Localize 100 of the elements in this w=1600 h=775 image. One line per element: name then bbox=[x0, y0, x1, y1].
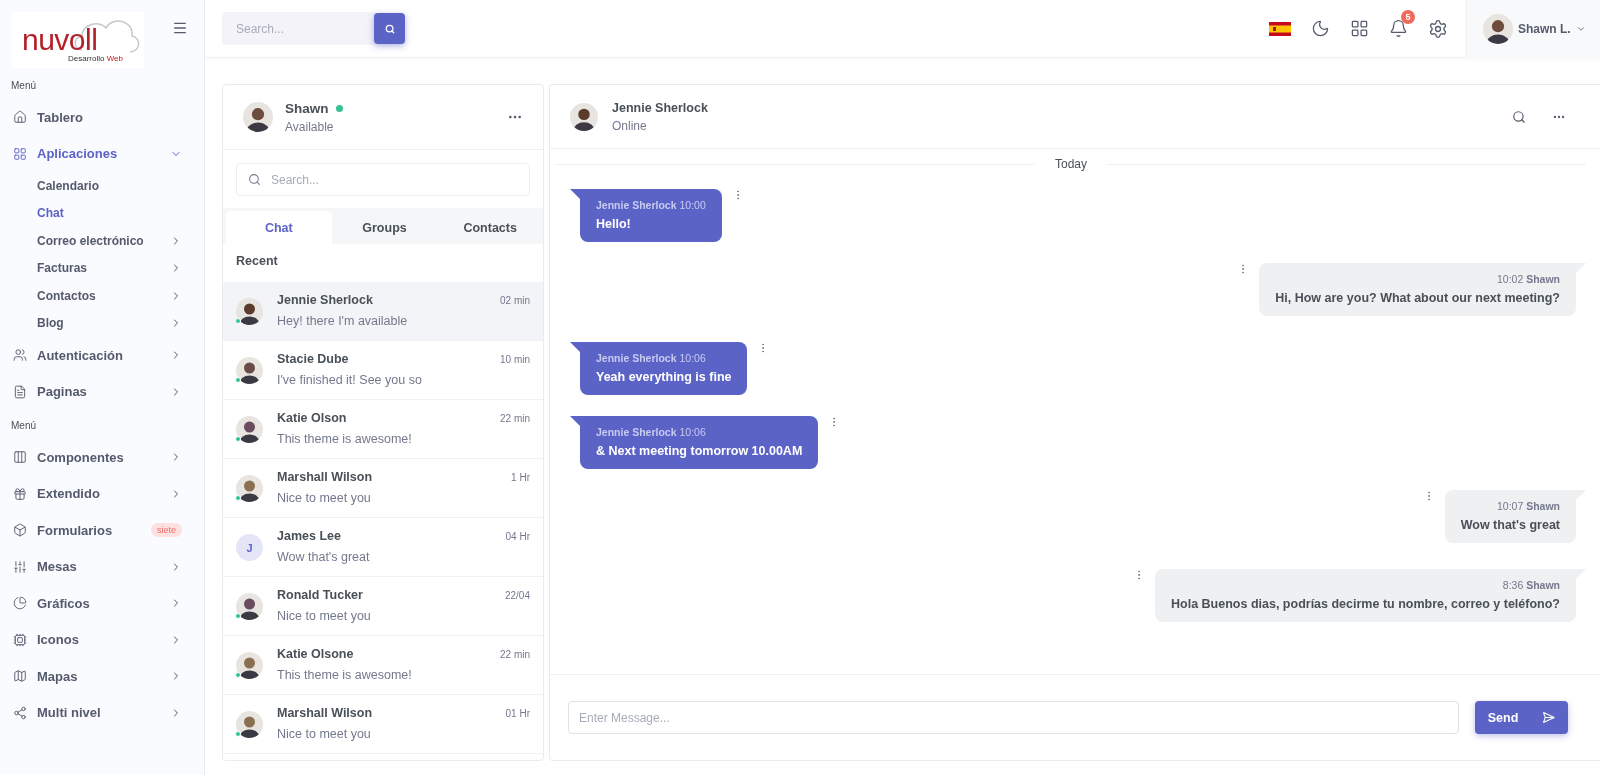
search-icon bbox=[248, 173, 261, 186]
message-time: 22 min bbox=[500, 413, 530, 424]
sidebar-item[interactable]: Mapas bbox=[0, 658, 204, 695]
notification-badge: 5 bbox=[1401, 10, 1415, 24]
contact-avatar bbox=[570, 102, 598, 131]
submenu-item[interactable]: Facturas bbox=[0, 254, 204, 282]
sidebar-item[interactable]: Iconos bbox=[0, 621, 204, 658]
search-field[interactable]: Search... bbox=[236, 163, 530, 196]
date-divider: Today bbox=[1055, 157, 1087, 171]
message-text: Hi, How are you? What about our next meeting? bbox=[1275, 291, 1560, 305]
profile-avatar bbox=[243, 102, 273, 132]
sidebar-item[interactable]: Multi nivel bbox=[0, 694, 204, 731]
menu-icon[interactable] bbox=[172, 20, 188, 36]
pie-chart-icon bbox=[13, 596, 27, 611]
chip-icon bbox=[13, 632, 27, 647]
section-heading: Recent bbox=[235, 253, 279, 270]
send-button[interactable]: Send bbox=[1475, 701, 1568, 734]
cube-icon bbox=[13, 523, 27, 538]
conversation-item[interactable]: Jennie Sherlock Hey! there I'm available 02 min bbox=[223, 282, 543, 341]
gift-icon bbox=[13, 486, 27, 501]
submenu-item[interactable]: Calendario bbox=[0, 172, 204, 200]
submenu-item[interactable]: Chat bbox=[0, 199, 204, 227]
sliders-icon bbox=[13, 559, 27, 574]
message-meta: Jennie Sherlock 10:00 bbox=[596, 199, 706, 211]
sidebar-item[interactable]: Paginas bbox=[0, 373, 204, 410]
sidebar-item[interactable]: Formularios siete bbox=[0, 512, 204, 549]
message-preview: Nice to meet you bbox=[277, 727, 372, 741]
message-text: Yeah everything is fine bbox=[596, 370, 732, 384]
avatar bbox=[236, 416, 263, 443]
message-preview: Hey! there I'm available bbox=[277, 314, 409, 328]
submenu-item[interactable]: Contactos bbox=[0, 282, 204, 310]
avatar-initial: J bbox=[236, 534, 263, 561]
message-meta: 10:07 Shawn bbox=[1496, 500, 1560, 512]
user-avatar bbox=[1483, 13, 1513, 44]
section-title: Menú bbox=[10, 79, 37, 93]
message-time: 10 min bbox=[500, 354, 530, 365]
share-icon bbox=[13, 705, 27, 720]
avatar bbox=[236, 475, 263, 502]
message-time: 1 Hr bbox=[511, 472, 530, 483]
logo: nuvoll Desarrollo Web bbox=[12, 12, 144, 68]
send-icon bbox=[1542, 711, 1556, 724]
tab[interactable]: Groups bbox=[331, 211, 438, 244]
message-preview: Nice to meet you bbox=[277, 609, 372, 623]
avatar bbox=[236, 652, 263, 679]
contact-name: James Lee bbox=[277, 529, 342, 543]
submenu-item[interactable]: Blog bbox=[0, 309, 204, 337]
profile-name: Shawn bbox=[285, 100, 329, 116]
columns-icon bbox=[13, 450, 27, 465]
bell-icon[interactable] bbox=[1389, 19, 1408, 38]
grid-icon[interactable] bbox=[1350, 19, 1369, 38]
avatar bbox=[236, 711, 263, 738]
contact-name: Jennie Sherlock bbox=[277, 293, 374, 307]
contact-name: Marshall Wilson bbox=[277, 470, 374, 484]
users-icon bbox=[13, 348, 27, 363]
sidebar-item[interactable]: Tablero bbox=[0, 99, 204, 136]
sidebar-item[interactable]: Autenticación bbox=[0, 337, 204, 374]
tab[interactable]: Contacts bbox=[437, 211, 543, 244]
search-field[interactable]: Search... bbox=[222, 12, 376, 45]
sidebar-item[interactable]: Aplicaciones bbox=[0, 135, 204, 172]
map-icon bbox=[13, 669, 27, 684]
contact-name: Stacie Dube bbox=[277, 352, 350, 366]
avatar bbox=[236, 298, 263, 325]
home-icon bbox=[13, 110, 27, 125]
sidebar-item[interactable]: Componentes bbox=[0, 439, 204, 476]
user-menu[interactable]: Shawn L. bbox=[1466, 0, 1600, 58]
settings-icon[interactable] bbox=[1428, 18, 1448, 39]
contact-name: Katie Olsone bbox=[277, 647, 355, 661]
contact-name: Marshall Wilson bbox=[277, 706, 374, 720]
section-title: Menú bbox=[10, 419, 37, 433]
submenu-item[interactable]: Correo electrónico bbox=[0, 227, 204, 255]
message-time: 22/04 bbox=[504, 590, 530, 601]
badge: siete bbox=[151, 523, 182, 538]
contact-name: Ronald Tucker bbox=[277, 588, 364, 602]
sidebar-item[interactable]: Extendido bbox=[0, 475, 204, 512]
message-preview: Wow that's great bbox=[277, 550, 371, 564]
avatar bbox=[236, 357, 263, 384]
search-icon bbox=[384, 23, 395, 34]
tab[interactable]: Chat bbox=[226, 211, 332, 244]
message-meta: Jennie Sherlock 10:06 bbox=[596, 426, 706, 438]
message-text: & Next meeting tomorrow 10.00AM bbox=[596, 444, 803, 458]
message-preview: This theme is awesome! bbox=[277, 668, 413, 682]
search-button[interactable] bbox=[374, 13, 405, 44]
sidebar-item[interactable]: Gráficos bbox=[0, 585, 204, 622]
moon-icon[interactable] bbox=[1311, 19, 1330, 38]
avatar bbox=[236, 593, 263, 620]
message-text: Hello! bbox=[596, 217, 631, 231]
contact-name: Katie Olson bbox=[277, 411, 348, 425]
message-preview: Nice to meet you bbox=[277, 491, 372, 505]
flag-icon[interactable] bbox=[1269, 21, 1291, 36]
message-text: Hola Buenos dias, podrías decirme tu nombre, correo y teléfono? bbox=[1171, 597, 1560, 611]
message-time: 04 Hr bbox=[505, 531, 530, 542]
message-time: 02 min bbox=[500, 295, 530, 306]
message-preview: This theme is awesome! bbox=[277, 432, 413, 446]
sidebar-item[interactable]: Mesas bbox=[0, 548, 204, 585]
search-icon[interactable] bbox=[1512, 109, 1526, 124]
contact-name: Jennie Sherlock bbox=[612, 100, 709, 115]
message-text: Wow that's great bbox=[1460, 518, 1560, 532]
message-time: 01 Hr bbox=[505, 708, 530, 719]
message-input[interactable]: Enter Message... bbox=[568, 701, 1459, 734]
grid-icon bbox=[13, 146, 27, 161]
